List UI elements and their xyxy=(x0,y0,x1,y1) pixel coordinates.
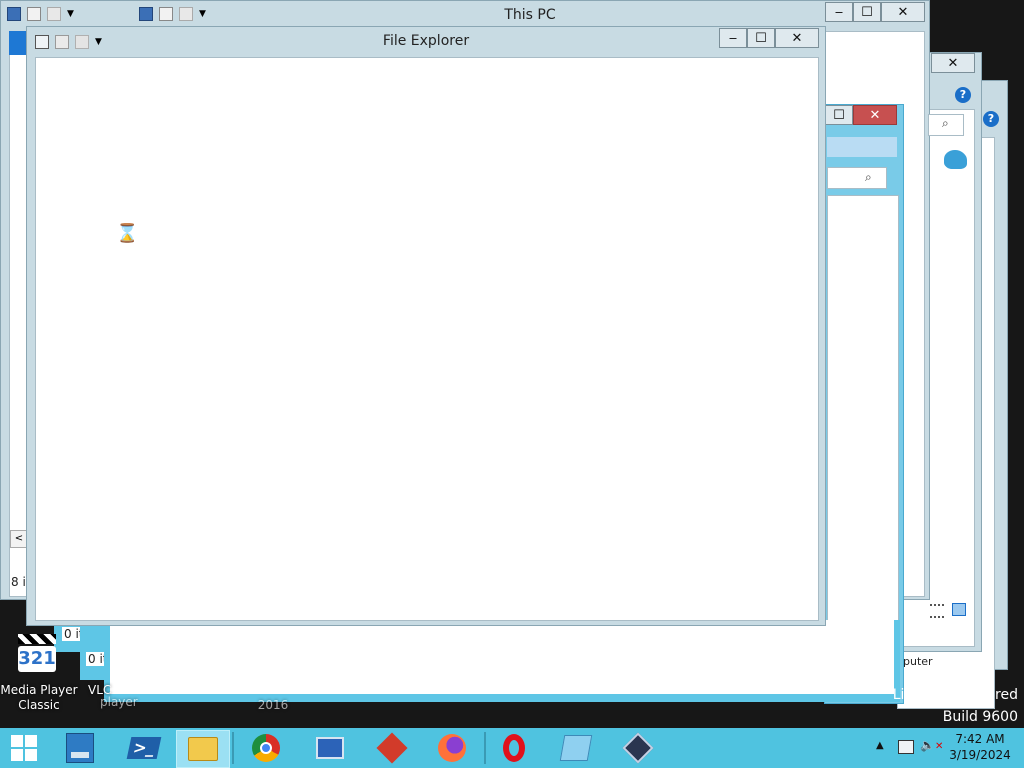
back-window-lower-3[interactable] xyxy=(104,620,900,702)
notepad-icon xyxy=(559,735,593,761)
server-manager-icon xyxy=(66,733,94,763)
show-hidden-icons-button[interactable]: ▲ xyxy=(876,740,884,751)
help-icon-2[interactable]: ? xyxy=(955,87,971,103)
start-button[interactable] xyxy=(2,732,46,764)
office-label[interactable]: 2016 xyxy=(248,698,298,713)
back-window-right-close-button[interactable]: ✕ xyxy=(931,53,975,73)
firefox-button[interactable] xyxy=(430,732,474,764)
opera-icon xyxy=(503,734,525,762)
powershell-icon: >_ xyxy=(126,737,162,759)
play-icon xyxy=(622,732,654,764)
firefox-icon xyxy=(438,734,466,762)
chrome-icon xyxy=(252,734,280,762)
opera-button[interactable] xyxy=(492,732,536,764)
file-explorer-taskbar-button[interactable] xyxy=(176,730,230,768)
red-app-button[interactable] xyxy=(370,732,414,764)
volume-muted-icon[interactable]: 🔈✕ xyxy=(920,738,943,752)
left-blue-pane xyxy=(9,31,27,55)
watermark-build: Build 9600 xyxy=(942,709,1018,725)
network-icon[interactable] xyxy=(898,740,914,754)
this-pc-maximize-button[interactable]: ☐ xyxy=(853,2,881,22)
watermark-license: License is expired xyxy=(892,687,1018,703)
powershell-button[interactable]: >_ xyxy=(122,732,166,764)
properties-icon[interactable] xyxy=(27,7,41,21)
this-pc-minimize-button[interactable]: ‒ xyxy=(825,2,853,22)
ribbon-strip xyxy=(827,137,897,157)
clapperboard-icon xyxy=(18,634,56,644)
media-player-classic-label[interactable]: Media Player Classic xyxy=(0,683,78,713)
window-icon-fe xyxy=(35,35,49,49)
back-window-lower-3-content xyxy=(110,620,894,694)
list-view-icon[interactable] xyxy=(930,604,944,618)
notepad-button[interactable] xyxy=(554,732,598,764)
new-folder-icon-fe[interactable] xyxy=(75,35,89,49)
clock-date: 3/19/2024 xyxy=(949,748,1011,762)
new-folder-icon[interactable] xyxy=(47,7,61,21)
back-window-middle-close-button[interactable]: ✕ xyxy=(853,105,897,125)
vlc-label[interactable]: VLC player xyxy=(80,683,152,710)
help-icon[interactable]: ? xyxy=(983,111,999,127)
clock-time: 7:42 AM xyxy=(955,732,1005,746)
large-icons-view-icon[interactable] xyxy=(952,603,966,616)
taskbar-separator-2 xyxy=(484,732,486,764)
taskbar-separator-1 xyxy=(232,732,234,764)
file-explorer-close-button[interactable]: ✕ xyxy=(775,28,819,48)
red-diamond-icon xyxy=(376,732,408,764)
chevron-down-icon-fe[interactable]: ▼ xyxy=(95,35,105,49)
back-window-middle-content xyxy=(827,195,899,693)
quick-access-toolbar: ▼ xyxy=(35,35,105,49)
back-window-middle[interactable]: ☐ ✕ ⌕ xyxy=(824,104,904,704)
window-icon xyxy=(7,7,21,21)
vlc-label-line2: player xyxy=(100,695,138,709)
shell-icon-front xyxy=(944,150,966,168)
this-pc-title: This PC xyxy=(504,7,556,23)
address-text: puter xyxy=(903,655,933,668)
server-manager-button[interactable] xyxy=(58,732,102,764)
search-icon[interactable]: ⌕ xyxy=(865,170,872,185)
windows-logo-icon xyxy=(11,735,37,761)
search-icon-back[interactable]: ⌕ xyxy=(942,116,949,131)
clock[interactable]: 7:42 AM 3/19/2024 xyxy=(944,731,1016,763)
file-explorer-content xyxy=(35,57,819,621)
hourglass-cursor-icon: ⌛ xyxy=(116,223,139,244)
properties-icon-fe[interactable] xyxy=(55,35,69,49)
folder-icon xyxy=(188,737,218,761)
mpc-label-line1: Media Player xyxy=(0,683,78,697)
taskbar: >_ ▲ 🔈✕ 7:42 AM 3/19/2024 xyxy=(0,728,1024,768)
file-explorer-maximize-button[interactable]: ☐ xyxy=(747,28,775,48)
media-player-classic-icon[interactable]: 321 xyxy=(16,634,60,678)
mpc-321-icon: 321 xyxy=(18,646,56,672)
chrome-button[interactable] xyxy=(244,732,288,764)
remote-desktop-button[interactable] xyxy=(308,732,352,764)
file-explorer-title: File Explorer xyxy=(382,33,470,49)
chevron-down-icon[interactable]: ▼ xyxy=(67,7,77,21)
media-app-button[interactable] xyxy=(616,732,660,764)
file-explorer-window[interactable]: ▼ File Explorer ‒ ☐ ✕ xyxy=(26,26,826,626)
back-window-middle-maximize-button[interactable]: ☐ xyxy=(825,105,853,125)
quick-access-toolbar-back: ▼ xyxy=(7,7,77,21)
this-pc-close-button[interactable]: ✕ xyxy=(881,2,925,22)
search-box[interactable] xyxy=(827,167,887,189)
file-explorer-minimize-button[interactable]: ‒ xyxy=(719,28,747,48)
remote-desktop-icon xyxy=(316,737,344,759)
mpc-label-line2: Classic xyxy=(18,698,60,712)
